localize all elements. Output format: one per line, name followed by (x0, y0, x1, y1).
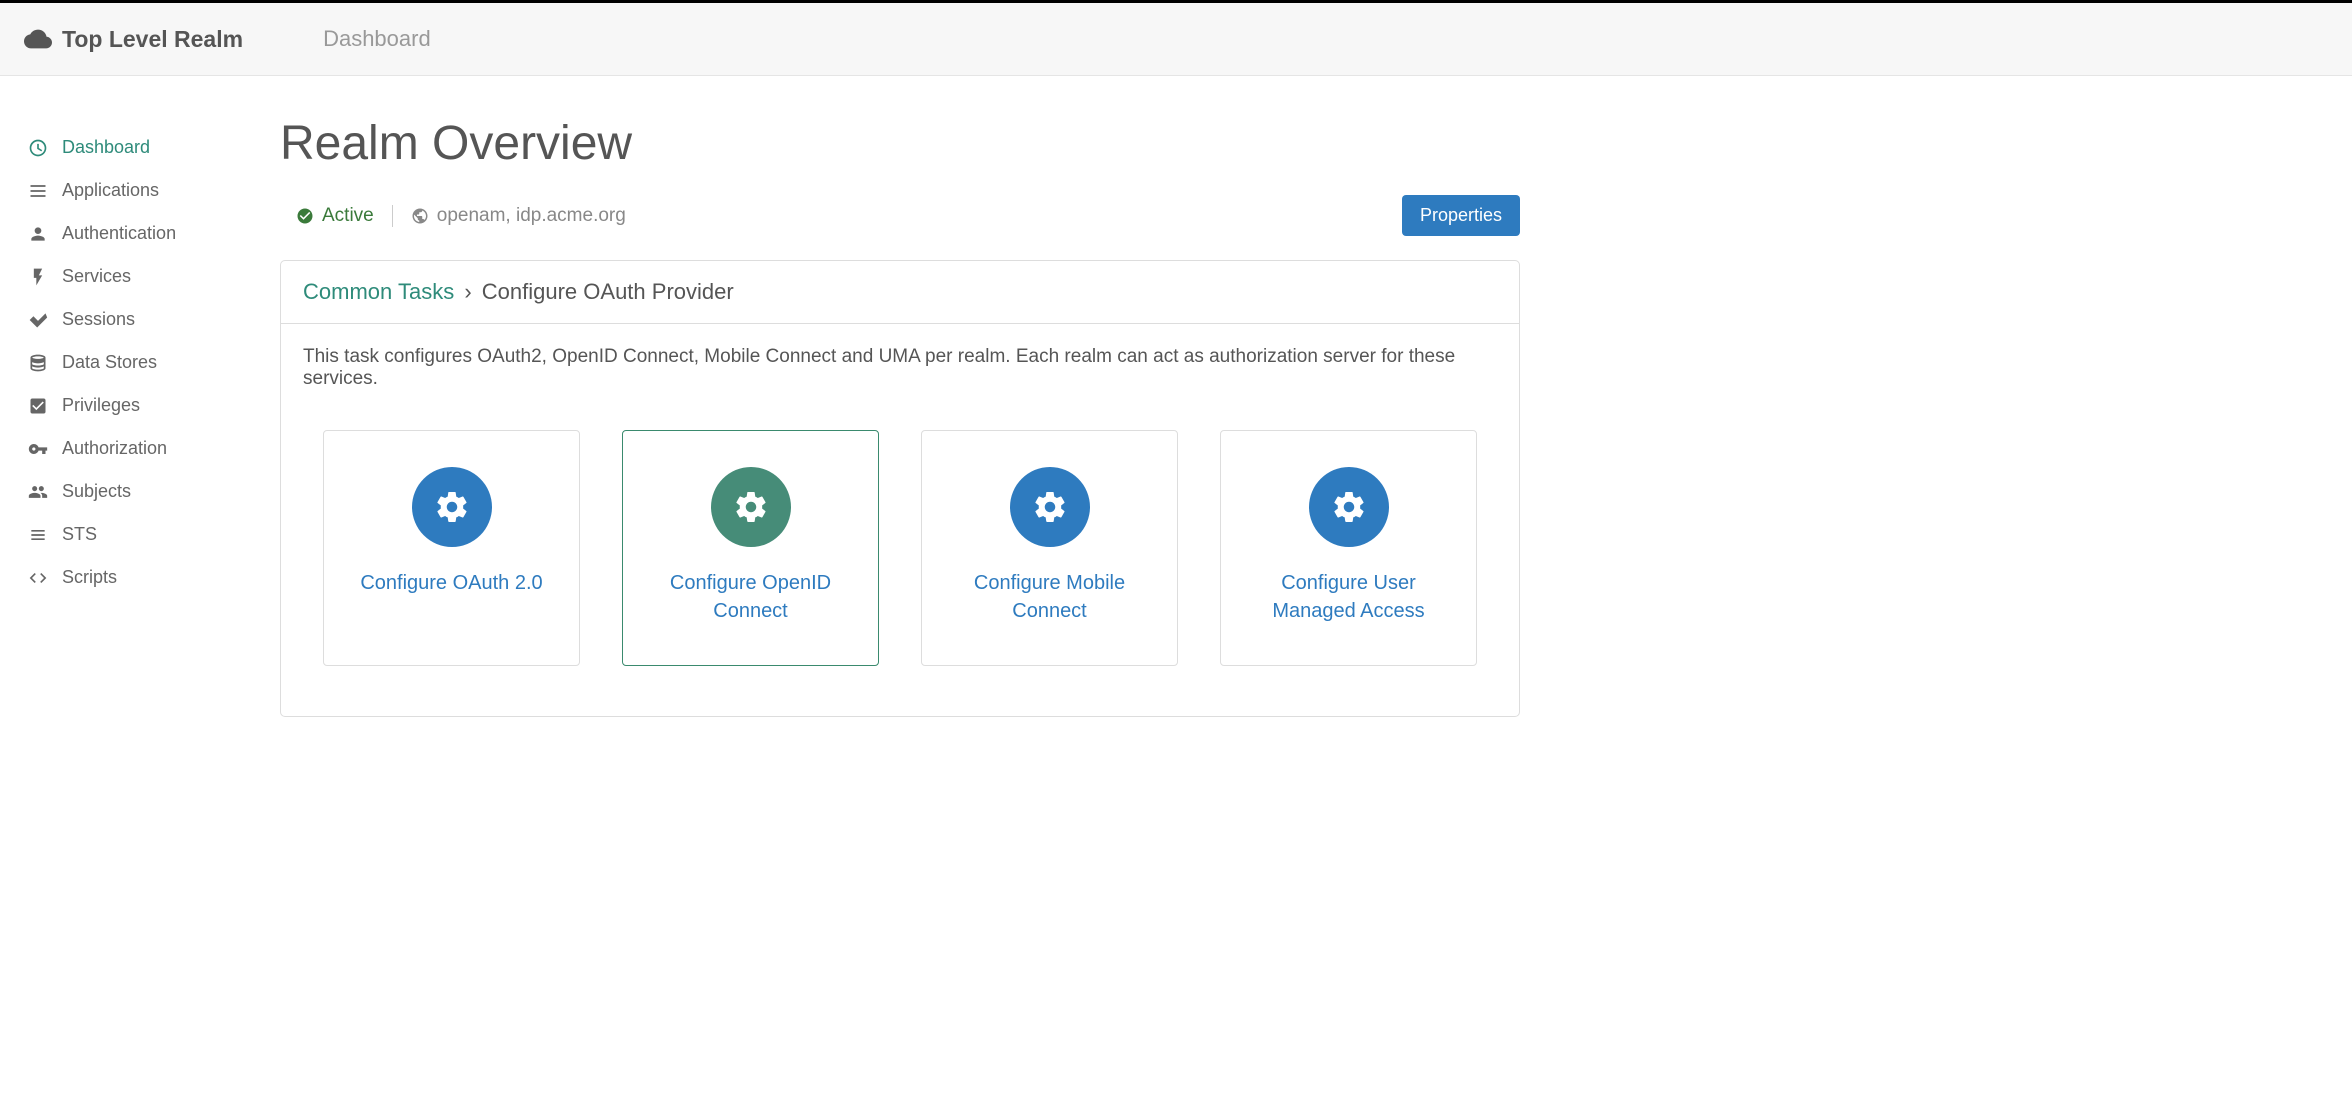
task-card-oauth2[interactable]: Configure OAuth 2.0 (323, 430, 580, 666)
sidebar-item-label: Subjects (62, 481, 131, 502)
sidebar-item-privileges[interactable]: Privileges (20, 384, 260, 427)
breadcrumb-root-link[interactable]: Common Tasks (303, 279, 454, 304)
sidebar-item-applications[interactable]: Applications (20, 169, 260, 212)
sidebar-item-scripts[interactable]: Scripts (20, 556, 260, 599)
task-card-openid[interactable]: Configure OpenID Connect (622, 430, 879, 666)
status-row: Active openam, idp.acme.org Properties (280, 195, 1520, 236)
realm-selector[interactable]: Top Level Realm (24, 26, 243, 53)
task-label: Configure OpenID Connect (639, 569, 862, 625)
sidebar-item-sts[interactable]: STS (20, 513, 260, 556)
topbar: Top Level Realm Dashboard (0, 0, 2352, 76)
sidebar-item-label: Authorization (62, 438, 167, 459)
common-tasks-panel: Common Tasks › Configure OAuth Provider … (280, 260, 1520, 717)
task-icon-circle (412, 467, 492, 547)
gear-icon (1032, 489, 1068, 525)
sidebar-item-services[interactable]: Services (20, 255, 260, 298)
status-active: Active (296, 205, 374, 227)
sidebar-item-sessions[interactable]: Sessions (20, 298, 260, 341)
sidebar-item-label: Authentication (62, 223, 176, 244)
sidebar-item-label: STS (62, 524, 97, 545)
sidebar-item-subjects[interactable]: Subjects (20, 470, 260, 513)
privileges-icon (28, 396, 48, 416)
gear-icon (434, 489, 470, 525)
sidebar-item-label: Privileges (62, 395, 140, 416)
sidebar-item-datastores[interactable]: Data Stores (20, 341, 260, 384)
panel-description: This task configures OAuth2, OpenID Conn… (281, 324, 1519, 400)
task-card-mobile[interactable]: Configure Mobile Connect (921, 430, 1178, 666)
sidebar-item-label: Dashboard (62, 137, 150, 158)
realm-name: Top Level Realm (62, 26, 243, 53)
datastores-icon (28, 353, 48, 373)
divider (392, 205, 393, 227)
sidebar-item-label: Applications (62, 180, 159, 201)
sidebar: Dashboard Applications Authentication Se… (0, 76, 260, 757)
subjects-icon (28, 482, 48, 502)
applications-icon (28, 181, 48, 201)
main-content: Realm Overview Active openam, idp.acme.o… (260, 76, 1540, 757)
services-icon (28, 267, 48, 287)
sts-icon (28, 525, 48, 545)
domain-text: openam, idp.acme.org (437, 205, 626, 227)
sessions-icon (28, 310, 48, 330)
page-title: Realm Overview (280, 116, 1520, 171)
sidebar-item-label: Services (62, 266, 131, 287)
cloud-icon (24, 29, 52, 49)
dashboard-icon (28, 138, 48, 158)
status-text: Active (322, 205, 374, 227)
authentication-icon (28, 224, 48, 244)
breadcrumb-current: Configure OAuth Provider (482, 279, 734, 304)
breadcrumb[interactable]: Dashboard (323, 26, 431, 52)
sidebar-item-dashboard[interactable]: Dashboard (20, 126, 260, 169)
task-icon-circle (711, 467, 791, 547)
sidebar-item-label: Sessions (62, 309, 135, 330)
gear-icon (733, 489, 769, 525)
sidebar-item-label: Data Stores (62, 352, 157, 373)
check-circle-icon (296, 207, 314, 225)
task-label: Configure User Managed Access (1237, 569, 1460, 625)
chevron-right-icon: › (464, 279, 471, 304)
authorization-icon (28, 439, 48, 459)
globe-icon (411, 207, 429, 225)
sidebar-item-label: Scripts (62, 567, 117, 588)
properties-button[interactable]: Properties (1402, 195, 1520, 236)
task-icon-circle (1309, 467, 1389, 547)
task-grid: Configure OAuth 2.0 Configure OpenID Con… (281, 400, 1519, 716)
task-icon-circle (1010, 467, 1090, 547)
task-label: Configure OAuth 2.0 (360, 569, 542, 597)
sidebar-item-authorization[interactable]: Authorization (20, 427, 260, 470)
task-card-uma[interactable]: Configure User Managed Access (1220, 430, 1477, 666)
task-label: Configure Mobile Connect (938, 569, 1161, 625)
scripts-icon (28, 568, 48, 588)
sidebar-item-authentication[interactable]: Authentication (20, 212, 260, 255)
panel-breadcrumb: Common Tasks › Configure OAuth Provider (281, 261, 1519, 324)
gear-icon (1331, 489, 1367, 525)
status-domain: openam, idp.acme.org (411, 205, 626, 227)
